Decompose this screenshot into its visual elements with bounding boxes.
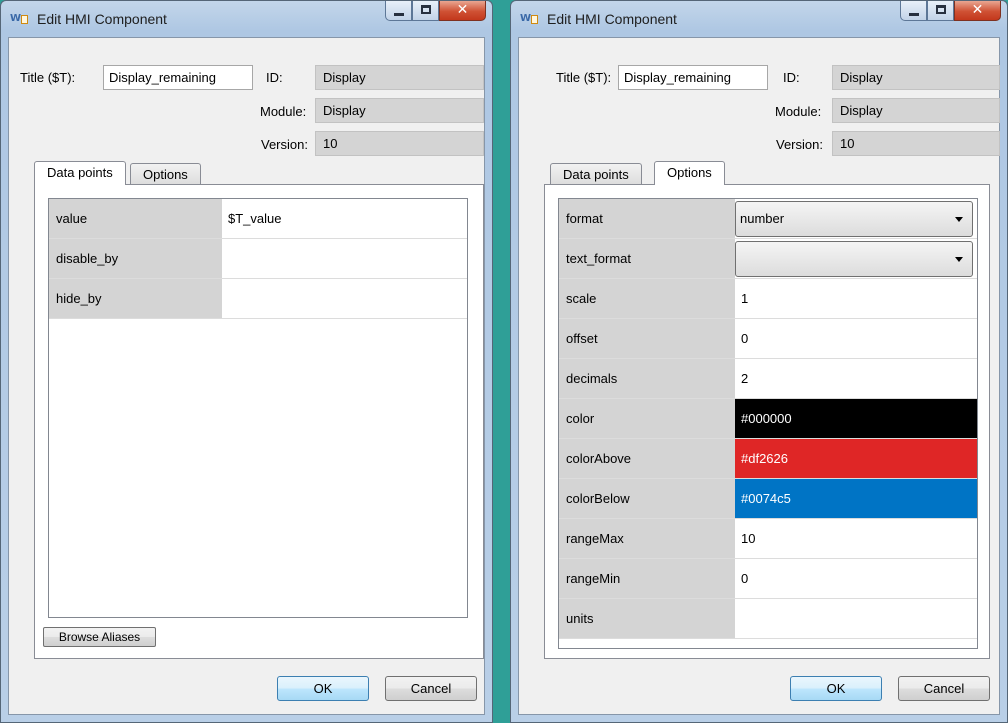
ok-button[interactable]: OK — [790, 676, 882, 701]
maximize-button[interactable] — [412, 1, 439, 21]
edit-hmi-component-dialog-data-points: W Edit HMI Component ✕ Title ($T): Displ… — [0, 0, 493, 723]
close-icon: ✕ — [456, 2, 469, 18]
row-key: offset — [559, 319, 735, 358]
row-key: hide_by — [49, 279, 222, 318]
table-row[interactable]: rangeMax 10 — [559, 519, 977, 559]
title-input[interactable]: Display_remaining — [618, 65, 768, 90]
maximize-icon — [936, 5, 946, 14]
table-row[interactable]: scale 1 — [559, 279, 977, 319]
table-row[interactable]: colorAbove #df2626 — [559, 439, 977, 479]
close-button[interactable]: ✕ — [954, 1, 1001, 21]
row-key: scale — [559, 279, 735, 318]
row-key: rangeMax — [559, 519, 735, 558]
color-below-swatch-value[interactable]: #0074c5 — [735, 479, 977, 518]
app-icon: W — [10, 13, 30, 27]
table-row[interactable]: decimals 2 — [559, 359, 977, 399]
minimize-icon — [394, 13, 404, 16]
table-row[interactable]: disable_by — [49, 239, 467, 279]
dialog-body: Title ($T): Display_remaining ID: Displa… — [8, 37, 485, 715]
close-icon: ✕ — [971, 2, 984, 18]
title-bar[interactable]: W Edit HMI Component ✕ — [511, 1, 1007, 37]
title-label: Title ($T): — [20, 70, 76, 85]
data-points-grid: value $T_value disable_by hide_by — [48, 198, 468, 618]
close-button[interactable]: ✕ — [439, 1, 486, 21]
row-value[interactable]: 0 — [735, 559, 977, 598]
cancel-button[interactable]: Cancel — [385, 676, 477, 701]
row-key: format — [559, 199, 735, 238]
module-field: Display — [315, 98, 484, 123]
row-value[interactable] — [222, 279, 467, 318]
row-key: colorBelow — [559, 479, 735, 518]
app-icon: W — [520, 13, 540, 27]
table-row[interactable]: value $T_value — [49, 199, 467, 239]
browse-aliases-button[interactable]: Browse Aliases — [43, 627, 156, 647]
ok-button[interactable]: OK — [277, 676, 369, 701]
table-row[interactable]: color #000000 — [559, 399, 977, 439]
row-value[interactable]: 1 — [735, 279, 977, 318]
version-field: 10 — [315, 131, 484, 156]
maximize-icon — [421, 5, 431, 14]
chevron-down-icon — [955, 217, 963, 222]
minimize-button[interactable] — [900, 1, 927, 21]
tab-options[interactable]: Options — [654, 161, 725, 185]
table-row[interactable]: hide_by — [49, 279, 467, 319]
id-label: ID: — [783, 70, 800, 85]
id-label: ID: — [266, 70, 283, 85]
minimize-button[interactable] — [385, 1, 412, 21]
color-above-swatch-value[interactable]: #df2626 — [735, 439, 977, 478]
module-label: Module: — [260, 104, 307, 119]
window-title: Edit HMI Component — [37, 11, 167, 27]
row-value[interactable]: 10 — [735, 519, 977, 558]
row-value[interactable] — [735, 599, 977, 638]
id-field: Display — [832, 65, 1000, 90]
row-key: colorAbove — [559, 439, 735, 478]
text-format-select[interactable] — [735, 241, 973, 277]
row-key: rangeMin — [559, 559, 735, 598]
table-row[interactable]: offset 0 — [559, 319, 977, 359]
table-row[interactable]: text_format — [559, 239, 977, 279]
format-select[interactable]: number — [735, 201, 973, 237]
title-bar[interactable]: W Edit HMI Component ✕ — [1, 1, 492, 37]
tab-data-points[interactable]: Data points — [550, 163, 642, 185]
options-grid: format number text_format scale 1 offset… — [558, 198, 978, 649]
table-row[interactable]: format number — [559, 199, 977, 239]
module-label: Module: — [775, 104, 822, 119]
tab-data-points[interactable]: Data points — [34, 161, 126, 185]
title-label: Title ($T): — [556, 70, 612, 85]
row-key: units — [559, 599, 735, 638]
row-value[interactable]: 0 — [735, 319, 977, 358]
version-label: Version: — [776, 137, 823, 152]
title-input[interactable]: Display_remaining — [103, 65, 253, 90]
table-row[interactable]: colorBelow #0074c5 — [559, 479, 977, 519]
table-row[interactable]: units — [559, 599, 977, 639]
row-key: disable_by — [49, 239, 222, 278]
color-swatch-value[interactable]: #000000 — [735, 399, 977, 438]
tab-options[interactable]: Options — [130, 163, 201, 185]
row-key: color — [559, 399, 735, 438]
module-field: Display — [832, 98, 1000, 123]
row-key: text_format — [559, 239, 735, 278]
table-row[interactable]: rangeMin 0 — [559, 559, 977, 599]
combo-value: number — [740, 211, 785, 226]
maximize-button[interactable] — [927, 1, 954, 21]
dialog-body: Title ($T): Display_remaining ID: Displa… — [518, 37, 1000, 715]
version-field: 10 — [832, 131, 1000, 156]
row-key: decimals — [559, 359, 735, 398]
id-field: Display — [315, 65, 484, 90]
tab-pane-options: format number text_format scale 1 offset… — [544, 184, 990, 659]
row-value[interactable]: $T_value — [222, 199, 467, 238]
row-key: value — [49, 199, 222, 238]
row-value[interactable]: 2 — [735, 359, 977, 398]
cancel-button[interactable]: Cancel — [898, 676, 990, 701]
chevron-down-icon — [955, 257, 963, 262]
edit-hmi-component-dialog-options: W Edit HMI Component ✕ Title ($T): Displ… — [510, 0, 1008, 723]
minimize-icon — [909, 13, 919, 16]
version-label: Version: — [261, 137, 308, 152]
window-title: Edit HMI Component — [547, 11, 677, 27]
row-value[interactable] — [222, 239, 467, 278]
tab-pane-data-points: value $T_value disable_by hide_by Browse… — [34, 184, 484, 659]
